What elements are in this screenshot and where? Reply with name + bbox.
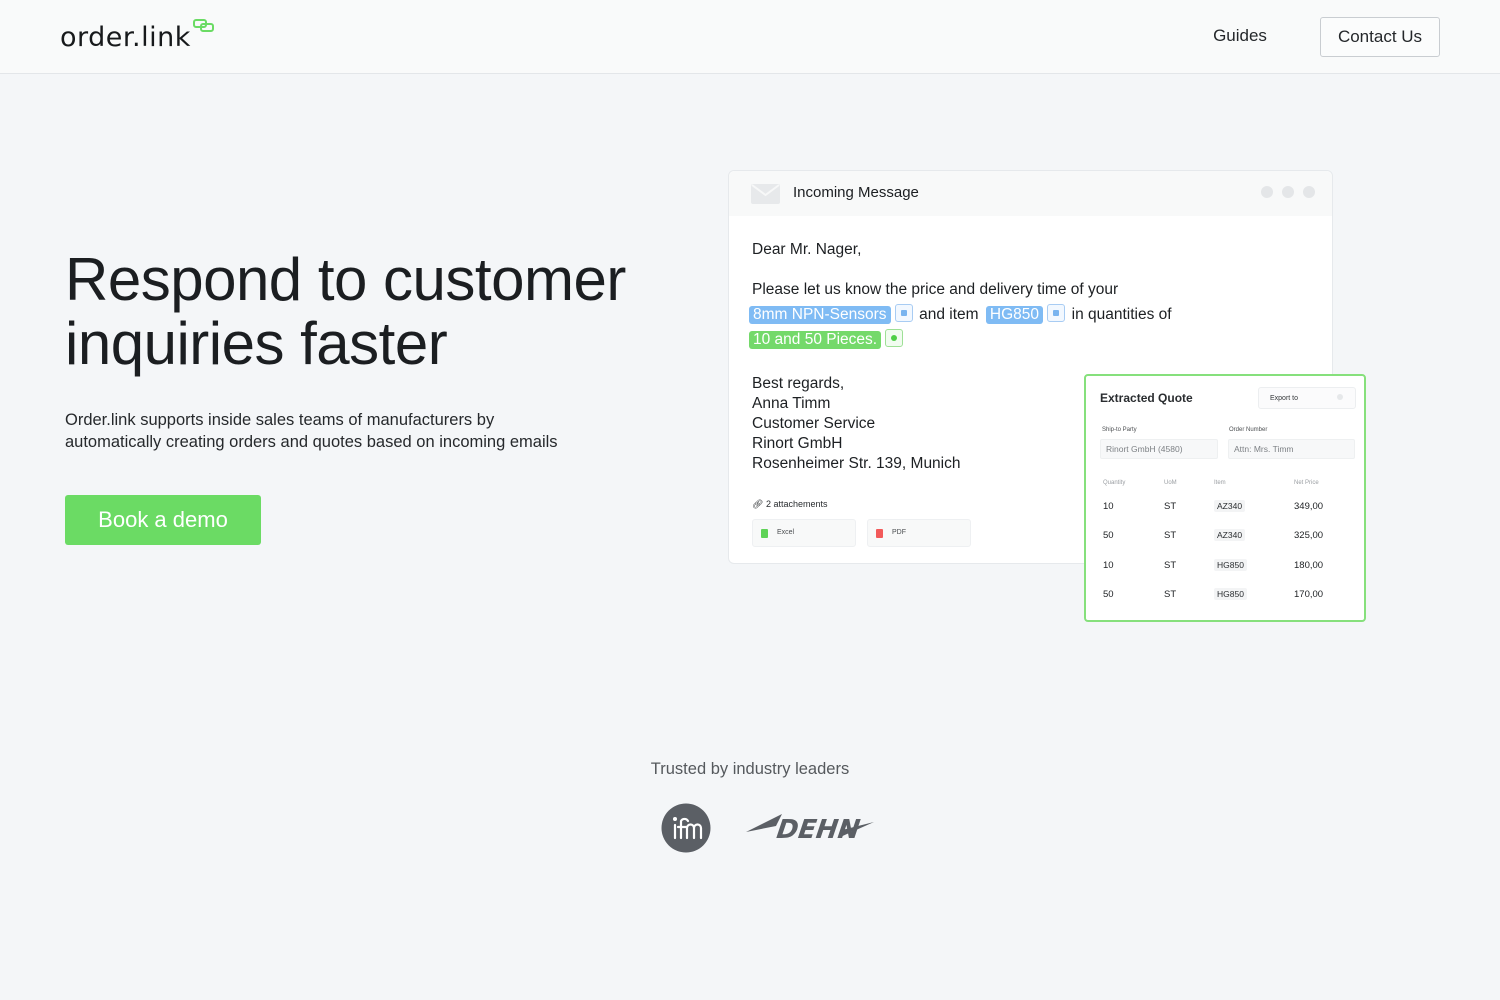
logo-text: order.link <box>60 22 191 53</box>
body-line: Please let us know the price and deliver… <box>752 281 1119 298</box>
net-price-cell: 180,00 <box>1294 560 1324 571</box>
signature-line: Rinort GmbH <box>752 435 843 452</box>
attachments-count: 2 attachements <box>765 499 828 509</box>
attachment-excel[interactable]: Excel <box>752 519 856 547</box>
nav-guides-link[interactable]: Guides <box>1196 22 1284 50</box>
message-title: Incoming Message <box>793 184 919 201</box>
attachment-pdf[interactable]: PDF <box>867 519 971 547</box>
item-cell: AZ340 <box>1214 529 1246 541</box>
excel-file-icon <box>761 529 768 538</box>
uom-cell: ST <box>1164 560 1177 571</box>
order-number-label: Order Number <box>1229 427 1268 433</box>
highlight-marker-icon <box>1047 304 1066 322</box>
quantity-cell: 10 <box>1103 560 1114 571</box>
greeting: Dear Mr. Nager, <box>752 241 862 258</box>
quantity-cell: 50 <box>1103 589 1114 600</box>
chevron-down-icon <box>1337 394 1343 400</box>
highlight-marker-icon <box>894 304 913 322</box>
item-cell: HG850 <box>1214 559 1247 571</box>
quantity-cell: 10 <box>1103 501 1114 512</box>
site-header: order.link Guides Contact Us <box>0 0 1500 74</box>
window-dot <box>1303 186 1315 198</box>
item-cell: HG850 <box>1214 588 1247 600</box>
attachment-name: PDF <box>892 529 906 536</box>
window-dot <box>1261 186 1273 198</box>
attachment-name: Excel <box>777 529 795 536</box>
link-icon <box>193 19 214 32</box>
column-header: Item <box>1214 480 1226 486</box>
highlight-quantities[interactable]: 10 and 50 Pieces. <box>749 331 882 349</box>
hero-subtitle: Order.link supports inside sales teams o… <box>65 409 625 453</box>
window-dot <box>1282 186 1294 198</box>
ship-to-label: Ship-to Party <box>1102 427 1137 433</box>
extracted-quote-card: Extracted Quote Export to Ship-to Party … <box>1084 374 1366 622</box>
attachments-label: 🔗︎ 2 attachements <box>752 499 828 510</box>
signature-line: Anna Timm <box>752 395 831 412</box>
column-header: Quantity <box>1103 480 1126 486</box>
body-line-quantities: 10 and 50 Pieces. <box>749 329 904 349</box>
body-line-chips: 8mm NPN-Sensors and item HG850 in quanti… <box>749 304 1172 324</box>
logo[interactable]: order.link <box>60 19 214 62</box>
contact-us-button[interactable]: Contact Us <box>1320 17 1440 57</box>
uom-cell: ST <box>1164 589 1177 600</box>
hero-title: Respond to customer inquiries faster <box>65 246 626 377</box>
signature-line: Rosenheimer Str. 139, Munich <box>752 455 961 472</box>
order-number-field[interactable]: Attn: Mrs. Timm <box>1228 439 1355 459</box>
paperclip-icon: 🔗︎ <box>752 499 764 509</box>
envelope-icon <box>751 184 780 204</box>
export-label: Export to <box>1270 394 1299 402</box>
column-header: Net Price <box>1294 480 1319 486</box>
dehn-logo: DEHN <box>746 814 874 844</box>
column-header: UoM <box>1164 480 1177 486</box>
net-price-cell: 349,00 <box>1294 501 1324 512</box>
hero-subtitle-line-1: Order.link supports inside sales teams o… <box>65 411 495 429</box>
ifm-logo <box>661 803 711 853</box>
book-demo-button[interactable]: Book a demo <box>65 495 261 545</box>
highlight-item[interactable]: HG850 <box>985 306 1044 324</box>
export-to-dropdown[interactable]: Export to <box>1258 387 1356 409</box>
message-header: Incoming Message <box>729 171 1332 216</box>
net-price-cell: 325,00 <box>1294 530 1324 541</box>
quantity-cell: 50 <box>1103 530 1114 541</box>
hero-subtitle-line-2: automatically creating orders and quotes… <box>65 433 558 451</box>
signature-line: Customer Service <box>752 415 876 432</box>
uom-cell: ST <box>1164 530 1177 541</box>
uom-cell: ST <box>1164 501 1177 512</box>
ship-to-field[interactable]: Rinort GmbH (4580) <box>1100 439 1218 459</box>
signature-line: Best regards, <box>752 375 845 392</box>
pdf-file-icon <box>876 529 883 538</box>
quote-title: Extracted Quote <box>1100 391 1193 405</box>
item-cell: AZ340 <box>1214 500 1246 512</box>
highlight-marker-icon <box>885 329 904 347</box>
body-text: in quantities of <box>1071 306 1172 323</box>
dehn-logo-text: DEHN <box>775 815 862 844</box>
trusted-by-label: Trusted by industry leaders <box>650 760 850 778</box>
body-text: and item <box>919 306 979 323</box>
highlight-sensors[interactable]: 8mm NPN-Sensors <box>749 306 891 324</box>
net-price-cell: 170,00 <box>1294 589 1324 600</box>
